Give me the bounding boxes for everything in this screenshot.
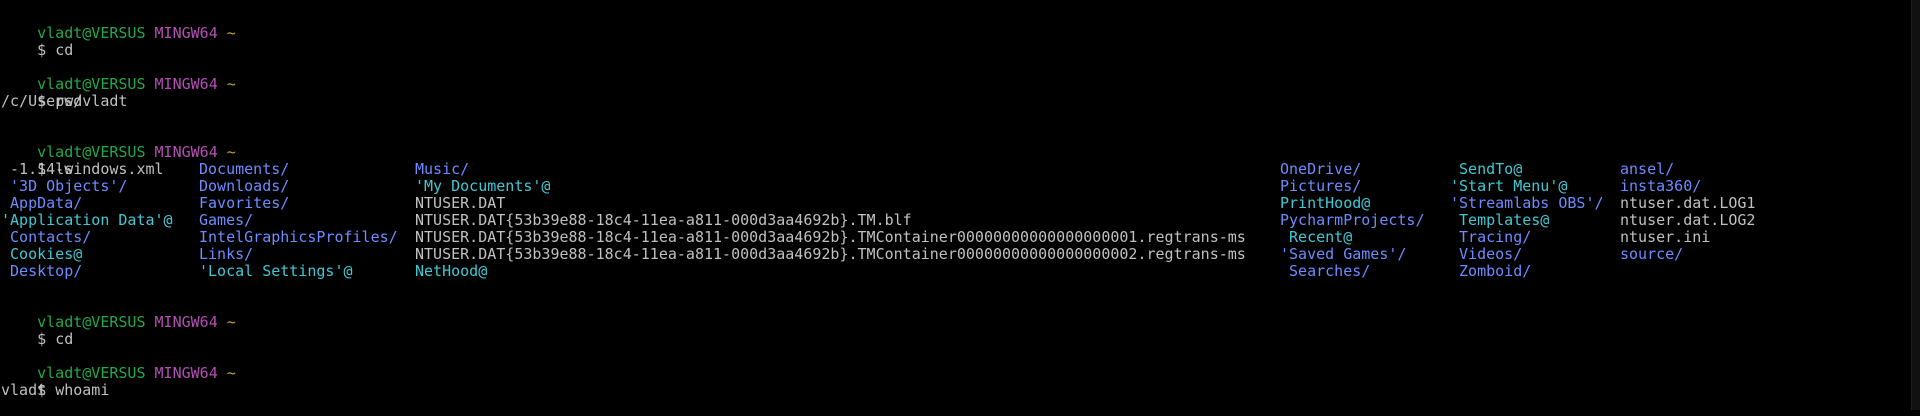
prompt-path: ~: [226, 313, 236, 331]
prompt-shell: MINGW64: [154, 313, 218, 331]
prompt-path: ~: [226, 364, 236, 382]
command-text: cd: [55, 41, 74, 59]
ls-entry: PrintHood@: [1280, 194, 1371, 212]
command-line: $ cd: [1, 314, 73, 348]
prompt-line: vladt@VERSUS MINGW64 ~: [1, 59, 236, 93]
vertical-scrollbar[interactable]: [1911, 0, 1920, 410]
ls-entry: 'Local Settings'@: [199, 262, 353, 280]
ls-entry: NTUSER.DAT{53b39e88-18c4-11ea-a811-000d3…: [415, 211, 912, 229]
prompt-line: vladt@VERSUS MINGW64 ~: [1, 127, 236, 161]
ls-entry: PycharmProjects/: [1280, 211, 1425, 229]
ls-entry: 'Saved Games'/: [1280, 245, 1407, 263]
prompt-line: vladt@VERSUS MINGW64 ~: [1, 348, 236, 382]
prompt-line: vladt@VERSUS MINGW64 ~: [1, 8, 236, 42]
prompt-shell: MINGW64: [154, 24, 218, 42]
ls-entry: AppData/: [1, 194, 83, 212]
ls-entry: Zomboid/: [1450, 262, 1532, 280]
prompt-symbol: $: [37, 41, 47, 59]
ls-entry: Downloads/: [199, 177, 290, 195]
ls-entry: SendTo@: [1450, 160, 1523, 178]
ls-entry: Videos/: [1450, 245, 1523, 263]
command-text: cd: [55, 330, 74, 348]
command-text: whoami: [55, 381, 110, 399]
ls-entry: Searches/: [1280, 262, 1371, 280]
ls-entry: ntuser.dat.LOG1: [1620, 194, 1756, 212]
ls-entry: OneDrive/: [1280, 160, 1362, 178]
ls-entry: Documents/: [199, 160, 290, 178]
ls-entry: Contacts/: [1, 228, 92, 246]
ls-entry: ntuser.dat.LOG2: [1620, 211, 1756, 229]
ls-entry: ntuser.ini: [1620, 228, 1711, 246]
ls-entry: Cookies@: [1, 245, 83, 263]
ls-entry: Links/: [199, 245, 254, 263]
command-output: /c/Users/vladt: [1, 92, 128, 110]
ls-entry: Recent@: [1280, 228, 1353, 246]
prompt-symbol: $: [37, 330, 47, 348]
prompt-shell: MINGW64: [154, 364, 218, 382]
command-line: $ whoami: [1, 365, 109, 399]
prompt-shell: MINGW64: [154, 75, 218, 93]
ls-entry: NTUSER.DAT{53b39e88-18c4-11ea-a811-000d3…: [415, 228, 1246, 246]
ls-entry: Templates@: [1450, 211, 1550, 229]
ls-entry: Music/: [415, 160, 470, 178]
prompt-path: ~: [226, 24, 236, 42]
command-line: $ pwd: [1, 76, 82, 110]
ls-entry: IntelGraphicsProfiles/: [199, 228, 398, 246]
ls-entry: 'Streamlabs OBS'/: [1450, 194, 1604, 212]
ls-entry: NTUSER.DAT: [415, 194, 506, 212]
ls-entry: Games/: [199, 211, 254, 229]
ls-entry: NTUSER.DAT{53b39e88-18c4-11ea-a811-000d3…: [415, 245, 1246, 263]
prompt-path: ~: [226, 143, 236, 161]
terminal-window[interactable]: vladt@VERSUS MINGW64 ~ $ cd vladt@VERSUS…: [0, 0, 1910, 410]
ls-entry: Desktop/: [1, 262, 83, 280]
ls-entry: NetHood@: [415, 262, 488, 280]
ls-entry: insta360/: [1620, 177, 1702, 195]
command-line: $ cd: [1, 25, 73, 59]
prompt-path: ~: [226, 75, 236, 93]
ls-entry: -1.14-windows.xml: [1, 160, 164, 178]
ls-entry: 'Start Menu'@: [1450, 177, 1568, 195]
command-output: vladt: [1, 381, 47, 399]
ls-entry: ansel/: [1620, 160, 1675, 178]
ls-entry: 'My Documents'@: [415, 177, 551, 195]
ls-entry: Pictures/: [1280, 177, 1362, 195]
ls-entry: 'Application Data'@: [1, 211, 173, 229]
command-line: $ ls: [1, 144, 73, 178]
ls-entry: Tracing/: [1450, 228, 1532, 246]
ls-entry: Favorites/: [199, 194, 290, 212]
prompt-line: vladt@VERSUS MINGW64 ~: [1, 297, 236, 331]
ls-entry: '3D Objects'/: [1, 177, 128, 195]
ls-entry: source/: [1620, 245, 1684, 263]
prompt-shell: MINGW64: [154, 143, 218, 161]
